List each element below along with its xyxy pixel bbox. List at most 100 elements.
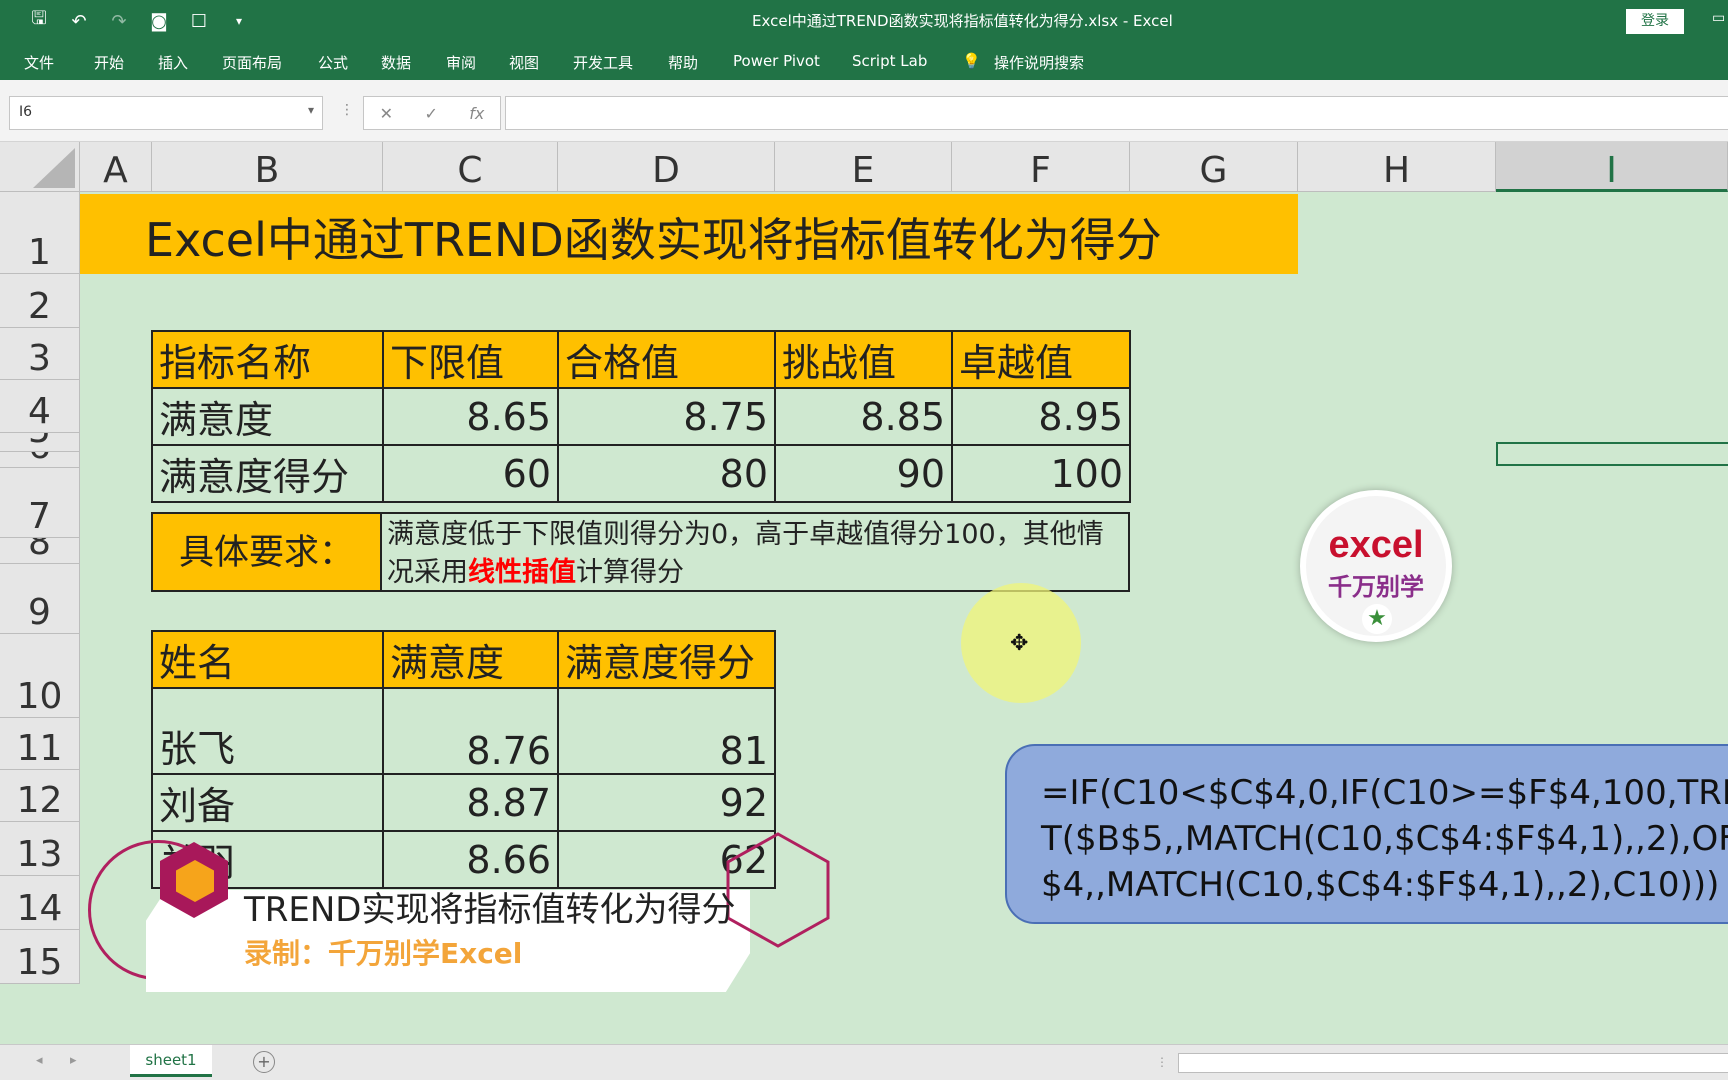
table-cell[interactable]: 8.76: [382, 687, 559, 775]
row-header-4[interactable]: 4: [0, 380, 80, 433]
requirement-text[interactable]: 满意度低于下限值则得分为0，高于卓越值得分100，其他情况采用线性插值计算得分: [381, 512, 1130, 592]
select-all-button[interactable]: [0, 142, 80, 192]
tab-developer[interactable]: 开发工具: [573, 52, 633, 73]
requirement-label[interactable]: 具体要求：: [151, 512, 382, 592]
header-cell[interactable]: 合格值: [557, 330, 776, 389]
splitter-handle-icon[interactable]: ⋮: [1156, 1055, 1168, 1069]
table-cell[interactable]: 张飞: [151, 687, 384, 775]
row-header-9[interactable]: 9: [0, 564, 80, 634]
row-header-13[interactable]: 13: [0, 822, 80, 876]
column-header-b[interactable]: B: [152, 142, 383, 192]
header-cell[interactable]: 下限值: [382, 330, 559, 389]
name-box[interactable]: I6 ▾: [9, 96, 323, 130]
tab-data[interactable]: 数据: [381, 52, 411, 73]
row-header-1[interactable]: 1: [0, 192, 80, 274]
row-header-11[interactable]: 11: [0, 718, 80, 770]
table-header-row: 姓名 满意度 满意度得分: [151, 630, 776, 689]
table-cell[interactable]: 8.75: [557, 387, 776, 446]
tab-review[interactable]: 审阅: [446, 52, 476, 73]
header-cell[interactable]: 卓越值: [951, 330, 1131, 389]
customize-toolbar-icon[interactable]: ▾: [228, 14, 250, 28]
tab-help[interactable]: 帮助: [668, 52, 698, 73]
login-button[interactable]: 登录: [1626, 9, 1684, 34]
row-header-2[interactable]: 2: [0, 274, 80, 328]
column-header-i[interactable]: I: [1496, 142, 1728, 192]
row-header-5[interactable]: 5: [0, 433, 80, 452]
table-cell[interactable]: 8.85: [774, 387, 953, 446]
insert-function-icon[interactable]: fx: [469, 104, 484, 123]
chevron-down-icon[interactable]: ▾: [308, 103, 314, 117]
worksheet-grid[interactable]: A B C D E F G H I 1 2 3 4 5 6 7 8 9 10 1…: [0, 142, 1728, 1044]
header-cell[interactable]: 姓名: [151, 630, 384, 689]
column-header-g[interactable]: G: [1130, 142, 1298, 192]
header-cell[interactable]: 挑战值: [774, 330, 953, 389]
column-header-h[interactable]: H: [1298, 142, 1496, 192]
redo-icon[interactable]: ↷: [108, 11, 130, 32]
table-cell[interactable]: 81: [557, 687, 776, 775]
tab-file[interactable]: 文件: [24, 52, 54, 73]
table-cell[interactable]: 100: [951, 444, 1131, 503]
tell-me-search[interactable]: 操作说明搜索: [994, 52, 1084, 73]
channel-logo: excel 千万别学 ★: [1300, 490, 1452, 642]
touch-mode-icon[interactable]: ☐: [188, 11, 210, 32]
table-cell[interactable]: 8.87: [382, 773, 559, 832]
table-cell[interactable]: 8.65: [382, 387, 559, 446]
column-header-a[interactable]: A: [80, 142, 152, 192]
table-cell[interactable]: 90: [774, 444, 953, 503]
header-cell[interactable]: 满意度得分: [557, 630, 776, 689]
sheet-tab-sheet1[interactable]: sheet1: [130, 1045, 212, 1077]
table-cell[interactable]: 刘备: [151, 773, 384, 832]
formula-bar: I6 ▾ ⋮ ✕ ✓ fx: [0, 80, 1728, 142]
row-header-7[interactable]: 7: [0, 468, 80, 538]
drag-handle-icon[interactable]: ⋮: [340, 102, 354, 118]
tab-formulas[interactable]: 公式: [318, 52, 348, 73]
star-icon: ★: [1362, 604, 1392, 634]
header-cell[interactable]: 满意度: [382, 630, 559, 689]
tab-page-layout[interactable]: 页面布局: [222, 52, 282, 73]
row-header-8[interactable]: 8: [0, 538, 80, 564]
tab-insert[interactable]: 插入: [158, 52, 188, 73]
camera-icon[interactable]: ◙: [148, 11, 170, 32]
document-title: Excel中通过TREND函数实现将指标值转化为得分.xlsx - Excel: [752, 12, 1173, 30]
undo-icon[interactable]: ↶: [68, 11, 90, 32]
score-table: 姓名 满意度 满意度得分 张飞 8.76 81 刘备 8.87 92 关羽 8.…: [151, 630, 776, 889]
table-row: 满意度 8.65 8.75 8.85 8.95: [151, 387, 1131, 446]
tab-script-lab[interactable]: Script Lab: [852, 52, 927, 70]
tab-view[interactable]: 视图: [509, 52, 539, 73]
column-header-d[interactable]: D: [558, 142, 775, 192]
horizontal-scrollbar[interactable]: [1178, 1053, 1728, 1073]
row-header-3[interactable]: 3: [0, 328, 80, 380]
save-icon[interactable]: 🖫: [28, 6, 50, 36]
scroll-left-icon[interactable]: ◂: [36, 1053, 43, 1068]
row-header-10[interactable]: 10: [0, 634, 80, 718]
enter-icon[interactable]: ✓: [424, 104, 437, 123]
table-cell[interactable]: 8.66: [382, 830, 559, 889]
hexagon-outline-icon: [726, 832, 830, 948]
table-row: 张飞 8.76 81: [151, 687, 776, 775]
table-cell[interactable]: 60: [382, 444, 559, 503]
column-header-f[interactable]: F: [952, 142, 1130, 192]
cancel-icon[interactable]: ✕: [380, 104, 393, 123]
tab-power-pivot[interactable]: Power Pivot: [733, 52, 820, 70]
column-header-c[interactable]: C: [383, 142, 558, 192]
row-header-12[interactable]: 12: [0, 770, 80, 822]
formula-input[interactable]: [505, 96, 1728, 130]
table-cell[interactable]: 92: [557, 773, 776, 832]
add-sheet-icon[interactable]: +: [253, 1051, 275, 1073]
row-header-15[interactable]: 15: [0, 930, 80, 984]
scroll-right-icon[interactable]: ▸: [70, 1053, 77, 1068]
row-header-14[interactable]: 14: [0, 876, 80, 930]
table-cell[interactable]: 80: [557, 444, 776, 503]
table-cell[interactable]: 满意度: [151, 387, 384, 446]
quick-access-toolbar: 🖫 ↶ ↷ ◙ ☐ ▾: [28, 8, 250, 34]
selected-cell-i6[interactable]: [1496, 442, 1728, 466]
table-cell[interactable]: 8.95: [951, 387, 1131, 446]
tab-home[interactable]: 开始: [94, 52, 124, 73]
row-header-6[interactable]: 6: [0, 452, 80, 468]
header-cell[interactable]: 指标名称: [151, 330, 384, 389]
column-header-e[interactable]: E: [775, 142, 952, 192]
formula-buttons: ✕ ✓ fx: [363, 96, 501, 130]
table-cell[interactable]: 满意度得分: [151, 444, 384, 503]
table-header-row: 指标名称 下限值 合格值 挑战值 卓越值: [151, 330, 1131, 389]
ribbon-display-icon[interactable]: ▭: [1712, 10, 1725, 26]
